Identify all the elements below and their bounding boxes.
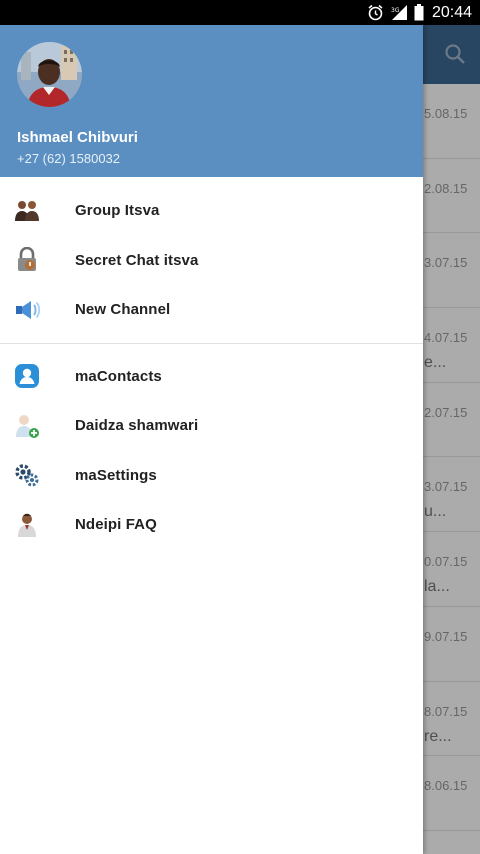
menu-item-label: Daidza shamwari [75, 417, 199, 435]
status-time: 20:44 [431, 3, 472, 21]
menu-item-invite-friend[interactable]: Daidza shamwari [0, 401, 423, 451]
signal-icon: 3G [390, 4, 408, 21]
megaphone-icon [14, 297, 40, 323]
menu-divider [0, 342, 423, 344]
drawer-menu: Group Itsva Secret Chat itsva New Channe… [0, 177, 423, 550]
settings-icon [14, 462, 40, 488]
contacts-icon [14, 363, 40, 389]
menu-item-settings[interactable]: maSettings [0, 451, 423, 501]
alarm-icon [367, 4, 384, 21]
lock-icon [14, 247, 40, 273]
menu-item-new-group[interactable]: Group Itsva [0, 186, 423, 236]
menu-item-label: Group Itsva [75, 202, 160, 220]
menu-item-label: Ndeipi FAQ [75, 516, 157, 534]
menu-item-label: maContacts [75, 367, 162, 385]
user-phone: +27 (62) 1580032 [17, 151, 121, 166]
menu-item-contacts[interactable]: maContacts [0, 352, 423, 402]
menu-item-new-channel[interactable]: New Channel [0, 285, 423, 335]
menu-item-label: New Channel [75, 301, 171, 319]
avatar[interactable] [17, 42, 82, 107]
menu-item-label: maSettings [75, 466, 157, 484]
menu-item-label: Secret Chat itsva [75, 251, 199, 269]
user-name: Ishmael Chibvuri [17, 129, 138, 146]
navigation-drawer: Ishmael Chibvuri +27 (62) 1580032 Group … [0, 25, 423, 854]
menu-item-secret-chat[interactable]: Secret Chat itsva [0, 236, 423, 286]
group-icon [14, 198, 40, 224]
invite-friend-icon [14, 413, 40, 439]
battery-icon [414, 4, 424, 21]
svg-text:3G: 3G [391, 7, 400, 14]
menu-item-faq[interactable]: Ndeipi FAQ [0, 500, 423, 550]
drawer-header: Ishmael Chibvuri +27 (62) 1580032 [0, 25, 423, 177]
faq-icon [14, 512, 40, 538]
status-bar: 3G 20:44 [0, 0, 480, 25]
